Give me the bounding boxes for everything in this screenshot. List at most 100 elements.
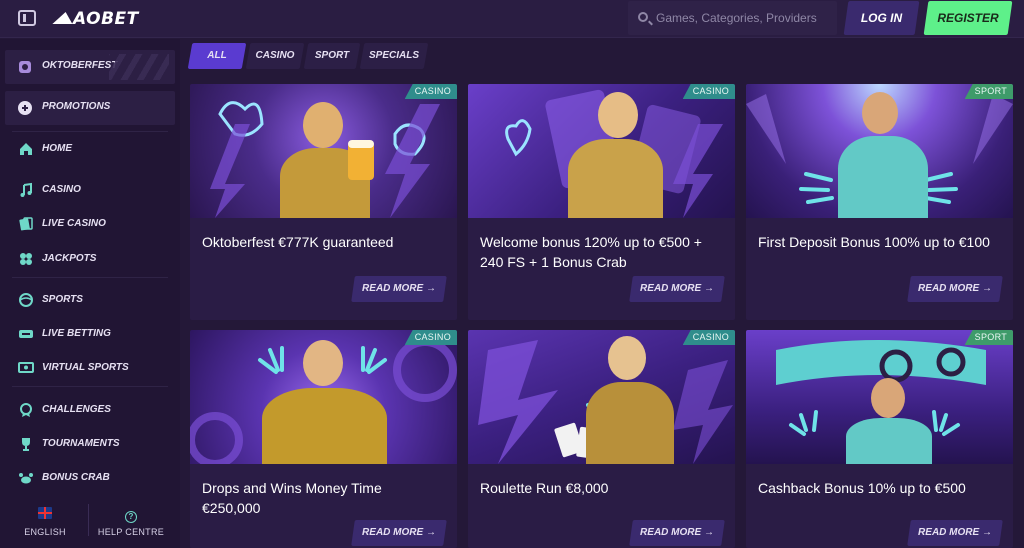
search-input[interactable] (656, 7, 832, 29)
sidebar-item-jackpots[interactable]: JACKPOTS (0, 246, 180, 274)
category-tag: CASINO (404, 84, 457, 99)
trophy-icon (22, 438, 30, 451)
search-box[interactable] (628, 1, 837, 35)
read-more-button[interactable]: READ MORE → (351, 276, 447, 302)
sidebar-item-live-betting[interactable]: LIVE BETTING (0, 321, 180, 349)
top-bar: AOBET LOG IN REGISTER (0, 0, 1024, 38)
pretzel-icon (19, 61, 31, 73)
filter-label: ALL (207, 50, 227, 61)
logo[interactable]: AOBET (54, 9, 139, 29)
clover-icon (20, 253, 32, 265)
sidebar: OKTOBERFEST PROMOTIONS HOME CASINO LIVE … (0, 39, 180, 548)
monitor-icon (18, 362, 34, 373)
sidebar-item-label: LIVE BETTING (42, 328, 111, 339)
sidebar-item-virtual-sports[interactable]: VIRTUAL SPORTS (0, 355, 180, 383)
help-centre-link[interactable]: ? HELP CENTRE (96, 506, 166, 537)
search-icon (638, 12, 648, 22)
sidebar-item-label: PROMOTIONS (42, 101, 111, 112)
sidebar-item-label: VIRTUAL SPORTS (42, 362, 129, 373)
home-icon (20, 143, 32, 155)
promo-title: Drops and Wins Money Time €250,000 (202, 480, 382, 516)
sidebar-divider (12, 277, 168, 278)
filter-label: CASINO (255, 50, 295, 61)
sidebar-item-label: TOURNAMENTS (42, 438, 120, 449)
read-more-button[interactable]: READ MORE → (907, 276, 1003, 302)
category-tag: CASINO (682, 330, 735, 345)
sidebar-toggle-icon[interactable] (18, 10, 36, 26)
sidebar-item-label: OKTOBERFEST (42, 60, 118, 71)
sidebar-item-live-casino[interactable]: LIVE CASINO (0, 211, 180, 239)
read-more-label: READ MORE → (918, 283, 992, 294)
language-selector[interactable]: ENGLISH (20, 506, 70, 537)
read-more-label: READ MORE → (640, 527, 714, 538)
promo-card[interactable]: SPORT First Deposit Bonus 100% up to €10… (746, 84, 1013, 320)
promo-card[interactable]: CASINO Welcome bonus 120% up to €500 + 2… (468, 84, 735, 320)
sidebar-item-label: LIVE CASINO (42, 218, 106, 229)
oktoberfest-stripes (109, 54, 169, 80)
register-button[interactable]: REGISTER (923, 1, 1013, 35)
filter-label: SPORT (314, 50, 350, 61)
filter-specials[interactable]: SPECIALS (359, 43, 429, 69)
read-more-button[interactable]: READ MORE → (351, 520, 447, 546)
sidebar-item-challenges[interactable]: CHALLENGES (0, 397, 180, 425)
language-label: ENGLISH (24, 527, 66, 537)
sidebar-item-label: BONUS CRAB (42, 472, 110, 483)
sidebar-item-bonus-crab[interactable]: BONUS CRAB (0, 465, 180, 493)
sidebar-divider (12, 386, 168, 387)
filter-all[interactable]: ALL (187, 43, 247, 69)
logo-text: AOBET (73, 9, 139, 29)
help-label: HELP CENTRE (97, 527, 165, 537)
read-more-label: READ MORE → (640, 283, 714, 294)
sidebar-item-tournaments[interactable]: TOURNAMENTS (0, 431, 180, 459)
read-more-button[interactable]: READ MORE → (629, 520, 725, 546)
promo-image (190, 84, 457, 218)
filter-label: SPECIALS (368, 50, 419, 61)
promo-card[interactable]: CASINO Roulette Run €8,000 READ MORE → (468, 330, 735, 548)
promo-card[interactable]: SPORT Cashback Bonus 10% up to €500 READ… (746, 330, 1013, 548)
read-more-label: READ MORE → (362, 527, 436, 538)
filter-sport[interactable]: SPORT (303, 43, 361, 69)
promo-title: Oktoberfest €777K guaranteed (202, 234, 394, 250)
sidebar-item-label: CASINO (42, 184, 81, 195)
sidebar-item-casino[interactable]: CASINO (0, 177, 180, 205)
sidebar-item-label: JACKPOTS (42, 253, 97, 264)
promo-image (468, 84, 735, 218)
medal-icon (20, 403, 32, 417)
category-tag: SPORT (964, 330, 1013, 345)
crab-icon (19, 473, 33, 484)
ball-icon (19, 293, 33, 307)
promo-card[interactable]: CASINO Oktoberfest €777K guaranteed READ… (190, 84, 457, 320)
read-more-button[interactable]: READ MORE → (907, 520, 1003, 546)
help-icon: ? (125, 511, 137, 523)
music-note-icon (20, 182, 32, 197)
category-tag: SPORT (964, 84, 1013, 99)
promo-card[interactable]: CASINO Drops and Wins Money Time €250,00… (190, 330, 457, 548)
gift-icon (18, 101, 32, 115)
uk-flag-icon (38, 507, 52, 519)
sidebar-item-label: SPORTS (42, 294, 83, 305)
logo-mark-icon (54, 10, 74, 24)
login-button[interactable]: LOG IN (843, 1, 920, 35)
promo-title: First Deposit Bonus 100% up to €100 (758, 234, 990, 250)
read-more-button[interactable]: READ MORE → (629, 276, 725, 302)
sidebar-item-home[interactable]: HOME (0, 136, 180, 164)
sidebar-item-sports[interactable]: SPORTS (0, 287, 180, 315)
promo-title: Roulette Run €8,000 (480, 480, 609, 496)
category-tag: CASINO (682, 84, 735, 99)
login-label: LOG IN (860, 11, 903, 25)
sidebar-item-label: HOME (42, 143, 72, 154)
promo-title: Cashback Bonus 10% up to €500 (758, 480, 966, 496)
filter-casino[interactable]: CASINO (245, 43, 305, 69)
promo-image (190, 330, 457, 464)
sidebar-item-oktoberfest[interactable]: OKTOBERFEST (5, 50, 175, 84)
live-icon (19, 330, 33, 338)
promo-title: Welcome bonus 120% up to €500 + 240 FS +… (480, 234, 702, 270)
promo-image (746, 330, 1013, 464)
footer-divider (88, 504, 89, 536)
sidebar-item-label: CHALLENGES (42, 404, 111, 415)
promo-image (746, 84, 1013, 218)
register-label: REGISTER (937, 11, 999, 25)
sidebar-item-promotions[interactable]: PROMOTIONS (5, 91, 175, 125)
category-tag: CASINO (404, 330, 457, 345)
cards-icon (19, 217, 33, 231)
